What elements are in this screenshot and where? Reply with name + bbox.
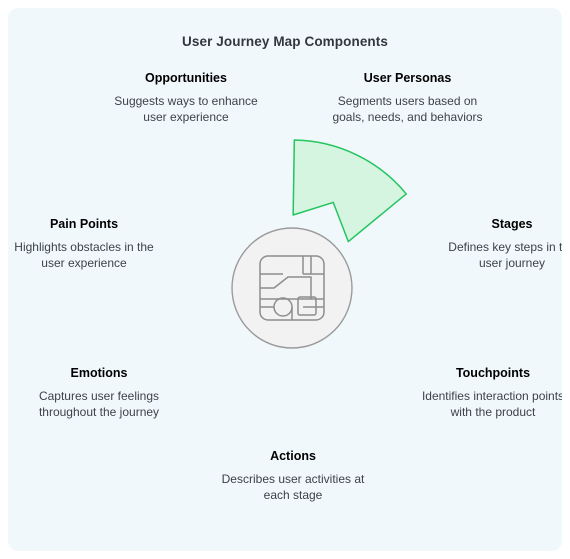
label-pain-points: Pain Points Highlights obstacles in the … (8, 216, 160, 272)
journey-wheel (231, 139, 407, 349)
label-desc-pain-points: Highlights obstacles in the user experie… (14, 239, 154, 270)
label-user-personas: User Personas Segments users based on go… (330, 70, 485, 126)
label-title-opportunities: Opportunities (145, 71, 227, 85)
label-opportunities: Opportunities Suggests ways to enhance u… (106, 70, 266, 126)
label-desc-actions: Describes user activities at each stage (221, 471, 365, 502)
label-emotions: Emotions Captures user feelings througho… (16, 365, 182, 421)
center-hub (231, 227, 353, 349)
label-title-user-personas: User Personas (363, 71, 452, 85)
label-desc-opportunities: Suggests ways to enhance user experience (114, 93, 258, 124)
label-desc-emotions: Captures user feelings throughout the jo… (38, 388, 160, 419)
label-desc-stages: Defines key steps in the user journey (448, 239, 562, 270)
label-title-touchpoints: Touchpoints (455, 366, 531, 380)
label-stages: Stages Defines key steps in the user jou… (448, 216, 562, 272)
label-title-stages: Stages (491, 217, 533, 231)
label-actions: Actions Describes user activities at eac… (213, 448, 373, 504)
label-desc-touchpoints: Identifies interaction points with the p… (421, 388, 562, 419)
wheel-segment-personas[interactable] (292, 139, 407, 243)
label-title-pain-points: Pain Points (49, 217, 119, 231)
page-title: User Journey Map Components (182, 34, 388, 49)
label-title-emotions: Emotions (70, 366, 128, 380)
label-title-actions: Actions (270, 449, 316, 463)
label-desc-user-personas: Segments users based on goals, needs, an… (332, 93, 483, 124)
label-touchpoints: Touchpoints Identifies interaction point… (413, 365, 562, 421)
diagram-canvas: User Journey Map Components Opportunitie… (8, 8, 562, 551)
